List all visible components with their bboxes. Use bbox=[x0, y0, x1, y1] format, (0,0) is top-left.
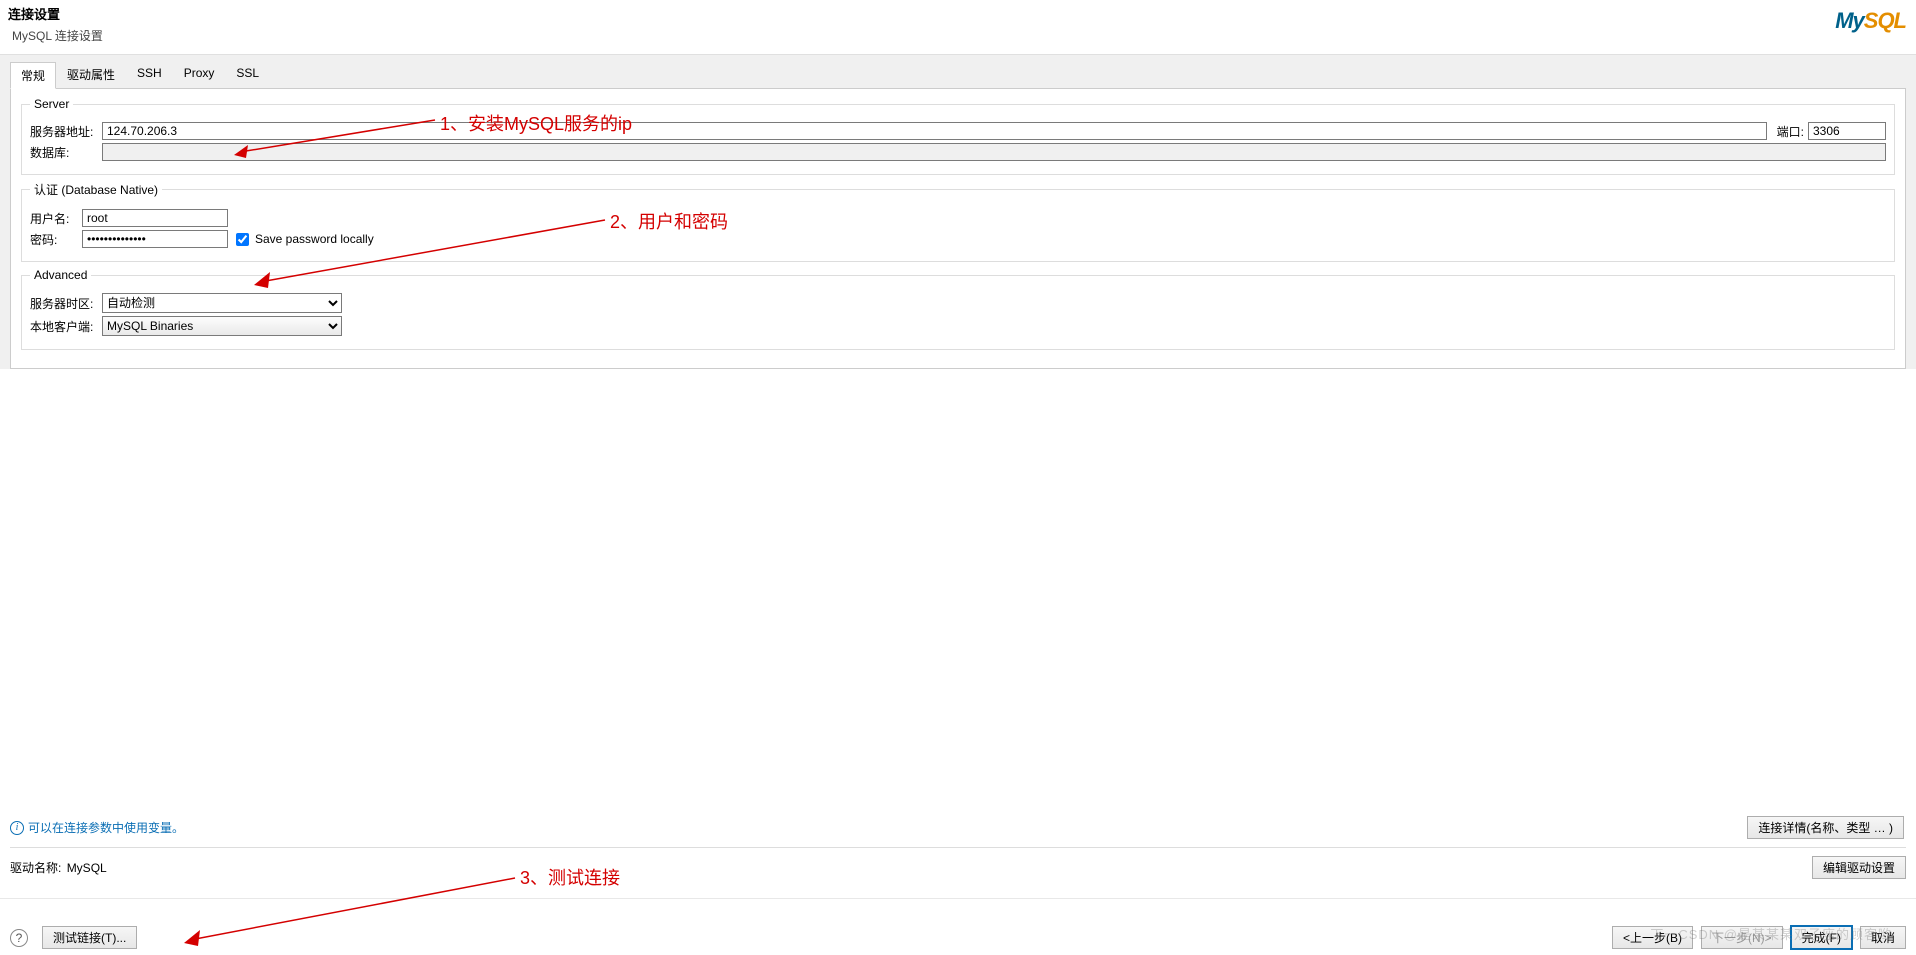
advanced-legend: Advanced bbox=[30, 268, 91, 282]
tab-ssh[interactable]: SSH bbox=[126, 61, 173, 88]
host-label: 服务器地址: bbox=[30, 123, 98, 140]
port-input[interactable] bbox=[1808, 122, 1886, 140]
logo-my: My bbox=[1835, 8, 1864, 33]
driver-value: MySQL bbox=[67, 861, 107, 875]
username-label: 用户名: bbox=[30, 210, 78, 227]
auth-legend: 认证 (Database Native) bbox=[30, 181, 162, 198]
database-input[interactable] bbox=[102, 143, 1886, 161]
mysql-logo: MySQL bbox=[1835, 8, 1906, 34]
save-password-label: Save password locally bbox=[255, 232, 374, 246]
tab-panel-general: Server 服务器地址: 端口: 数据库: 认证 (Database Nati… bbox=[10, 88, 1906, 369]
password-label: 密码: bbox=[30, 231, 78, 248]
timezone-label: 服务器时区: bbox=[30, 295, 98, 312]
database-label: 数据库: bbox=[30, 144, 98, 161]
window-title: 连接设置 bbox=[0, 0, 1916, 25]
tab-proxy[interactable]: Proxy bbox=[173, 61, 226, 88]
tab-driver-props[interactable]: 驱动属性 bbox=[56, 61, 126, 88]
help-icon[interactable]: ? bbox=[10, 929, 28, 947]
driver-info: 驱动名称: MySQL bbox=[10, 859, 107, 876]
server-legend: Server bbox=[30, 97, 73, 111]
next-button[interactable]: 下一步(N)> bbox=[1701, 926, 1783, 949]
connection-details-button[interactable]: 连接详情(名称、类型 … ) bbox=[1747, 816, 1904, 839]
driver-label: 驱动名称: bbox=[10, 861, 61, 875]
password-input[interactable] bbox=[82, 230, 228, 248]
advanced-group: Advanced 服务器时区: 自动检测 本地客户端: MySQL Binari… bbox=[21, 268, 1895, 350]
tab-general[interactable]: 常规 bbox=[10, 62, 56, 89]
server-group: Server 服务器地址: 端口: 数据库: bbox=[21, 97, 1895, 175]
window-subtitle: MySQL 连接设置 bbox=[0, 25, 1916, 54]
local-client-label: 本地客户端: bbox=[30, 318, 98, 335]
logo-sql: SQL bbox=[1864, 8, 1906, 33]
local-client-select[interactable]: MySQL Binaries bbox=[102, 316, 342, 336]
finish-button[interactable]: 完成(F) bbox=[1791, 926, 1852, 949]
edit-driver-button[interactable]: 编辑驱动设置 bbox=[1812, 856, 1906, 879]
timezone-select[interactable]: 自动检测 bbox=[102, 293, 342, 313]
test-connection-button[interactable]: 测试链接(T)... bbox=[42, 926, 137, 949]
tab-ssl[interactable]: SSL bbox=[225, 61, 270, 88]
tab-bar: 常规 驱动属性 SSH Proxy SSL bbox=[10, 55, 1906, 88]
save-password-checkbox[interactable] bbox=[236, 233, 249, 246]
port-label: 端口: bbox=[1777, 123, 1804, 140]
host-input[interactable] bbox=[102, 122, 1767, 140]
info-icon: i bbox=[10, 821, 24, 835]
back-button[interactable]: <上一步(B) bbox=[1612, 926, 1693, 949]
cancel-button[interactable]: 取消 bbox=[1860, 926, 1906, 949]
auth-group: 认证 (Database Native) 用户名: 密码: Save passw… bbox=[21, 181, 1895, 262]
hint-text: 可以在连接参数中使用变量。 bbox=[28, 819, 184, 836]
username-input[interactable] bbox=[82, 209, 228, 227]
variables-hint: i 可以在连接参数中使用变量。 bbox=[10, 819, 184, 836]
